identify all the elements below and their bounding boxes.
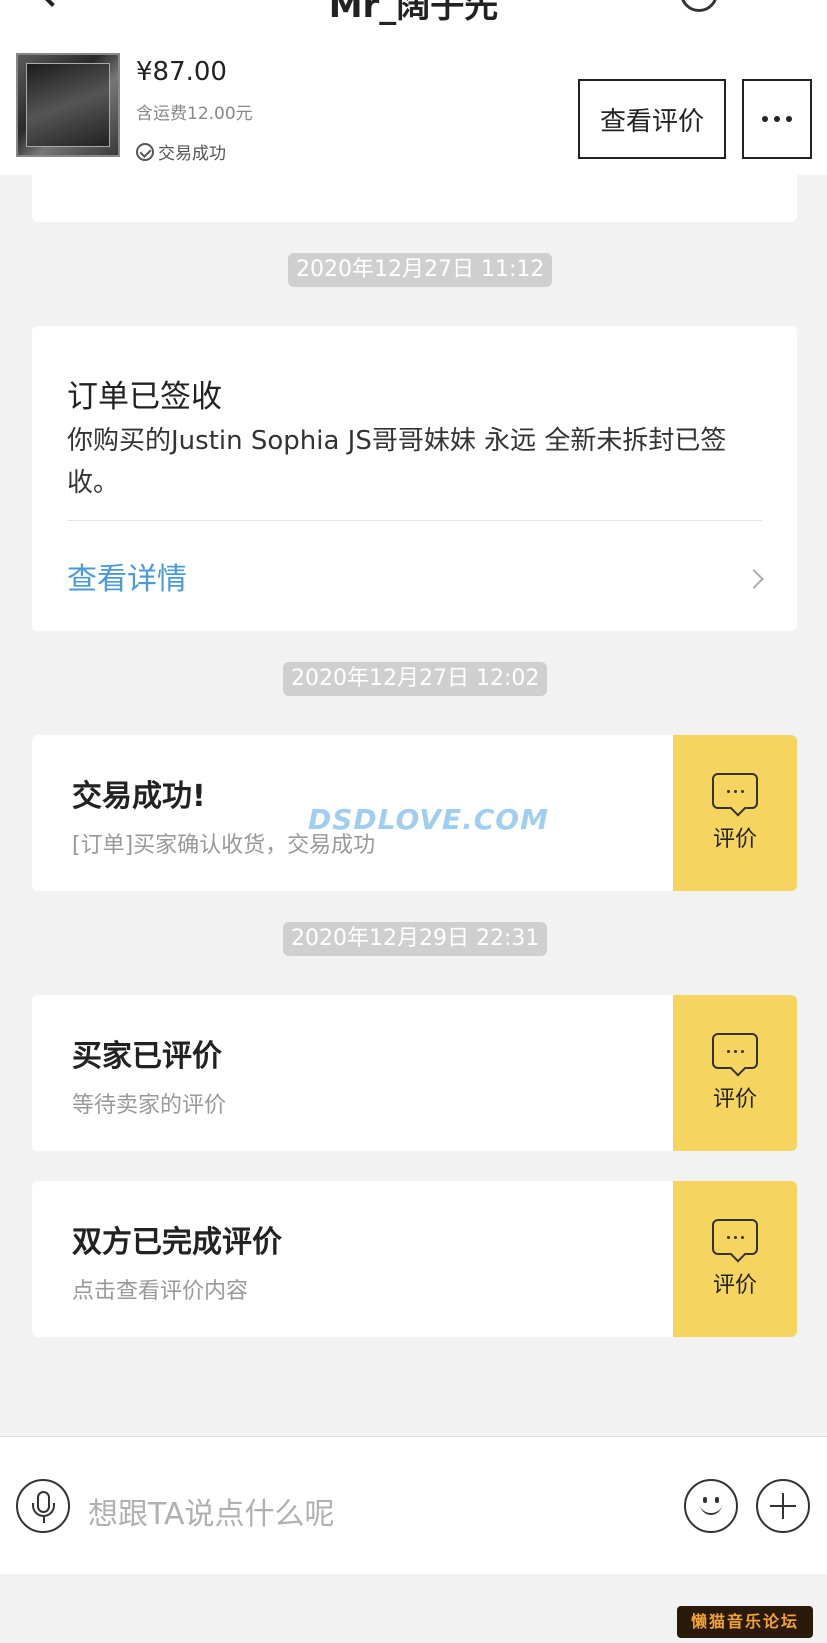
both-reviewed-card[interactable]: 双方已完成评价 点击查看评价内容 评价 bbox=[32, 1181, 797, 1337]
timestamp: 2020年12月27日 12:02 bbox=[283, 662, 548, 696]
divider bbox=[67, 520, 762, 521]
product-price: ¥87.00 bbox=[136, 57, 227, 87]
event-subtitle: 点击查看评价内容 bbox=[72, 1279, 249, 1304]
review-action-label: 评价 bbox=[712, 1087, 757, 1112]
trade-status-label: 交易成功 bbox=[158, 144, 226, 164]
microphone-icon[interactable] bbox=[16, 1479, 70, 1533]
event-title: 交易成功! bbox=[72, 779, 206, 814]
chevron-right-icon bbox=[744, 569, 764, 589]
view-review-button[interactable]: 查看评价 bbox=[578, 79, 726, 159]
chat-bubble-icon bbox=[712, 1033, 758, 1069]
previous-card bbox=[32, 170, 797, 222]
review-action-label: 评价 bbox=[712, 1273, 757, 1298]
shipping-fee: 含运费12.00元 bbox=[136, 104, 253, 124]
card-heading: 订单已签收 bbox=[67, 379, 222, 415]
event-subtitle: 等待卖家的评价 bbox=[72, 1093, 227, 1118]
buyer-reviewed-card[interactable]: 买家已评价 等待卖家的评价 评价 bbox=[32, 995, 797, 1151]
chat-bubble-icon bbox=[712, 773, 758, 809]
watermark: DSDLOVE.COM bbox=[308, 803, 549, 836]
timestamp: 2020年12月29日 22:31 bbox=[283, 922, 548, 956]
product-bar: ¥87.00 含运费12.00元 交易成功 查看评价 bbox=[0, 45, 827, 175]
forum-watermark-badge: 懒猫音乐论坛 bbox=[677, 1606, 813, 1638]
chat-bubble-icon bbox=[712, 1219, 758, 1255]
card-body: 你购买的Justin Sophia JS哥哥妹妹 永远 全新未拆封已签收。 bbox=[67, 426, 727, 498]
review-action[interactable]: 评价 bbox=[673, 1181, 797, 1337]
more-button[interactable] bbox=[742, 79, 812, 159]
plus-icon[interactable] bbox=[756, 1479, 810, 1533]
review-action[interactable]: 评价 bbox=[673, 735, 797, 891]
trade-status: 交易成功 bbox=[136, 139, 226, 164]
message-input-bar: 想跟TA说点什么呢 bbox=[0, 1436, 827, 1574]
more-dots-icon bbox=[762, 116, 768, 122]
event-title: 买家已评价 bbox=[72, 1039, 222, 1074]
product-thumbnail[interactable] bbox=[16, 53, 120, 157]
check-circle-icon bbox=[136, 142, 154, 161]
review-action-label: 评价 bbox=[712, 827, 757, 852]
event-title: 双方已完成评价 bbox=[72, 1225, 282, 1260]
timestamp: 2020年12月27日 11:12 bbox=[288, 253, 553, 287]
view-details-link[interactable]: 查看详情 bbox=[67, 554, 187, 598]
order-signed-card[interactable]: 订单已签收 你购买的Justin Sophia JS哥哥妹妹 永远 全新未拆封已… bbox=[32, 326, 797, 631]
review-action[interactable]: 评价 bbox=[673, 995, 797, 1151]
emoji-icon[interactable] bbox=[684, 1479, 738, 1533]
message-input[interactable]: 想跟TA说点什么呢 bbox=[88, 1489, 335, 1533]
